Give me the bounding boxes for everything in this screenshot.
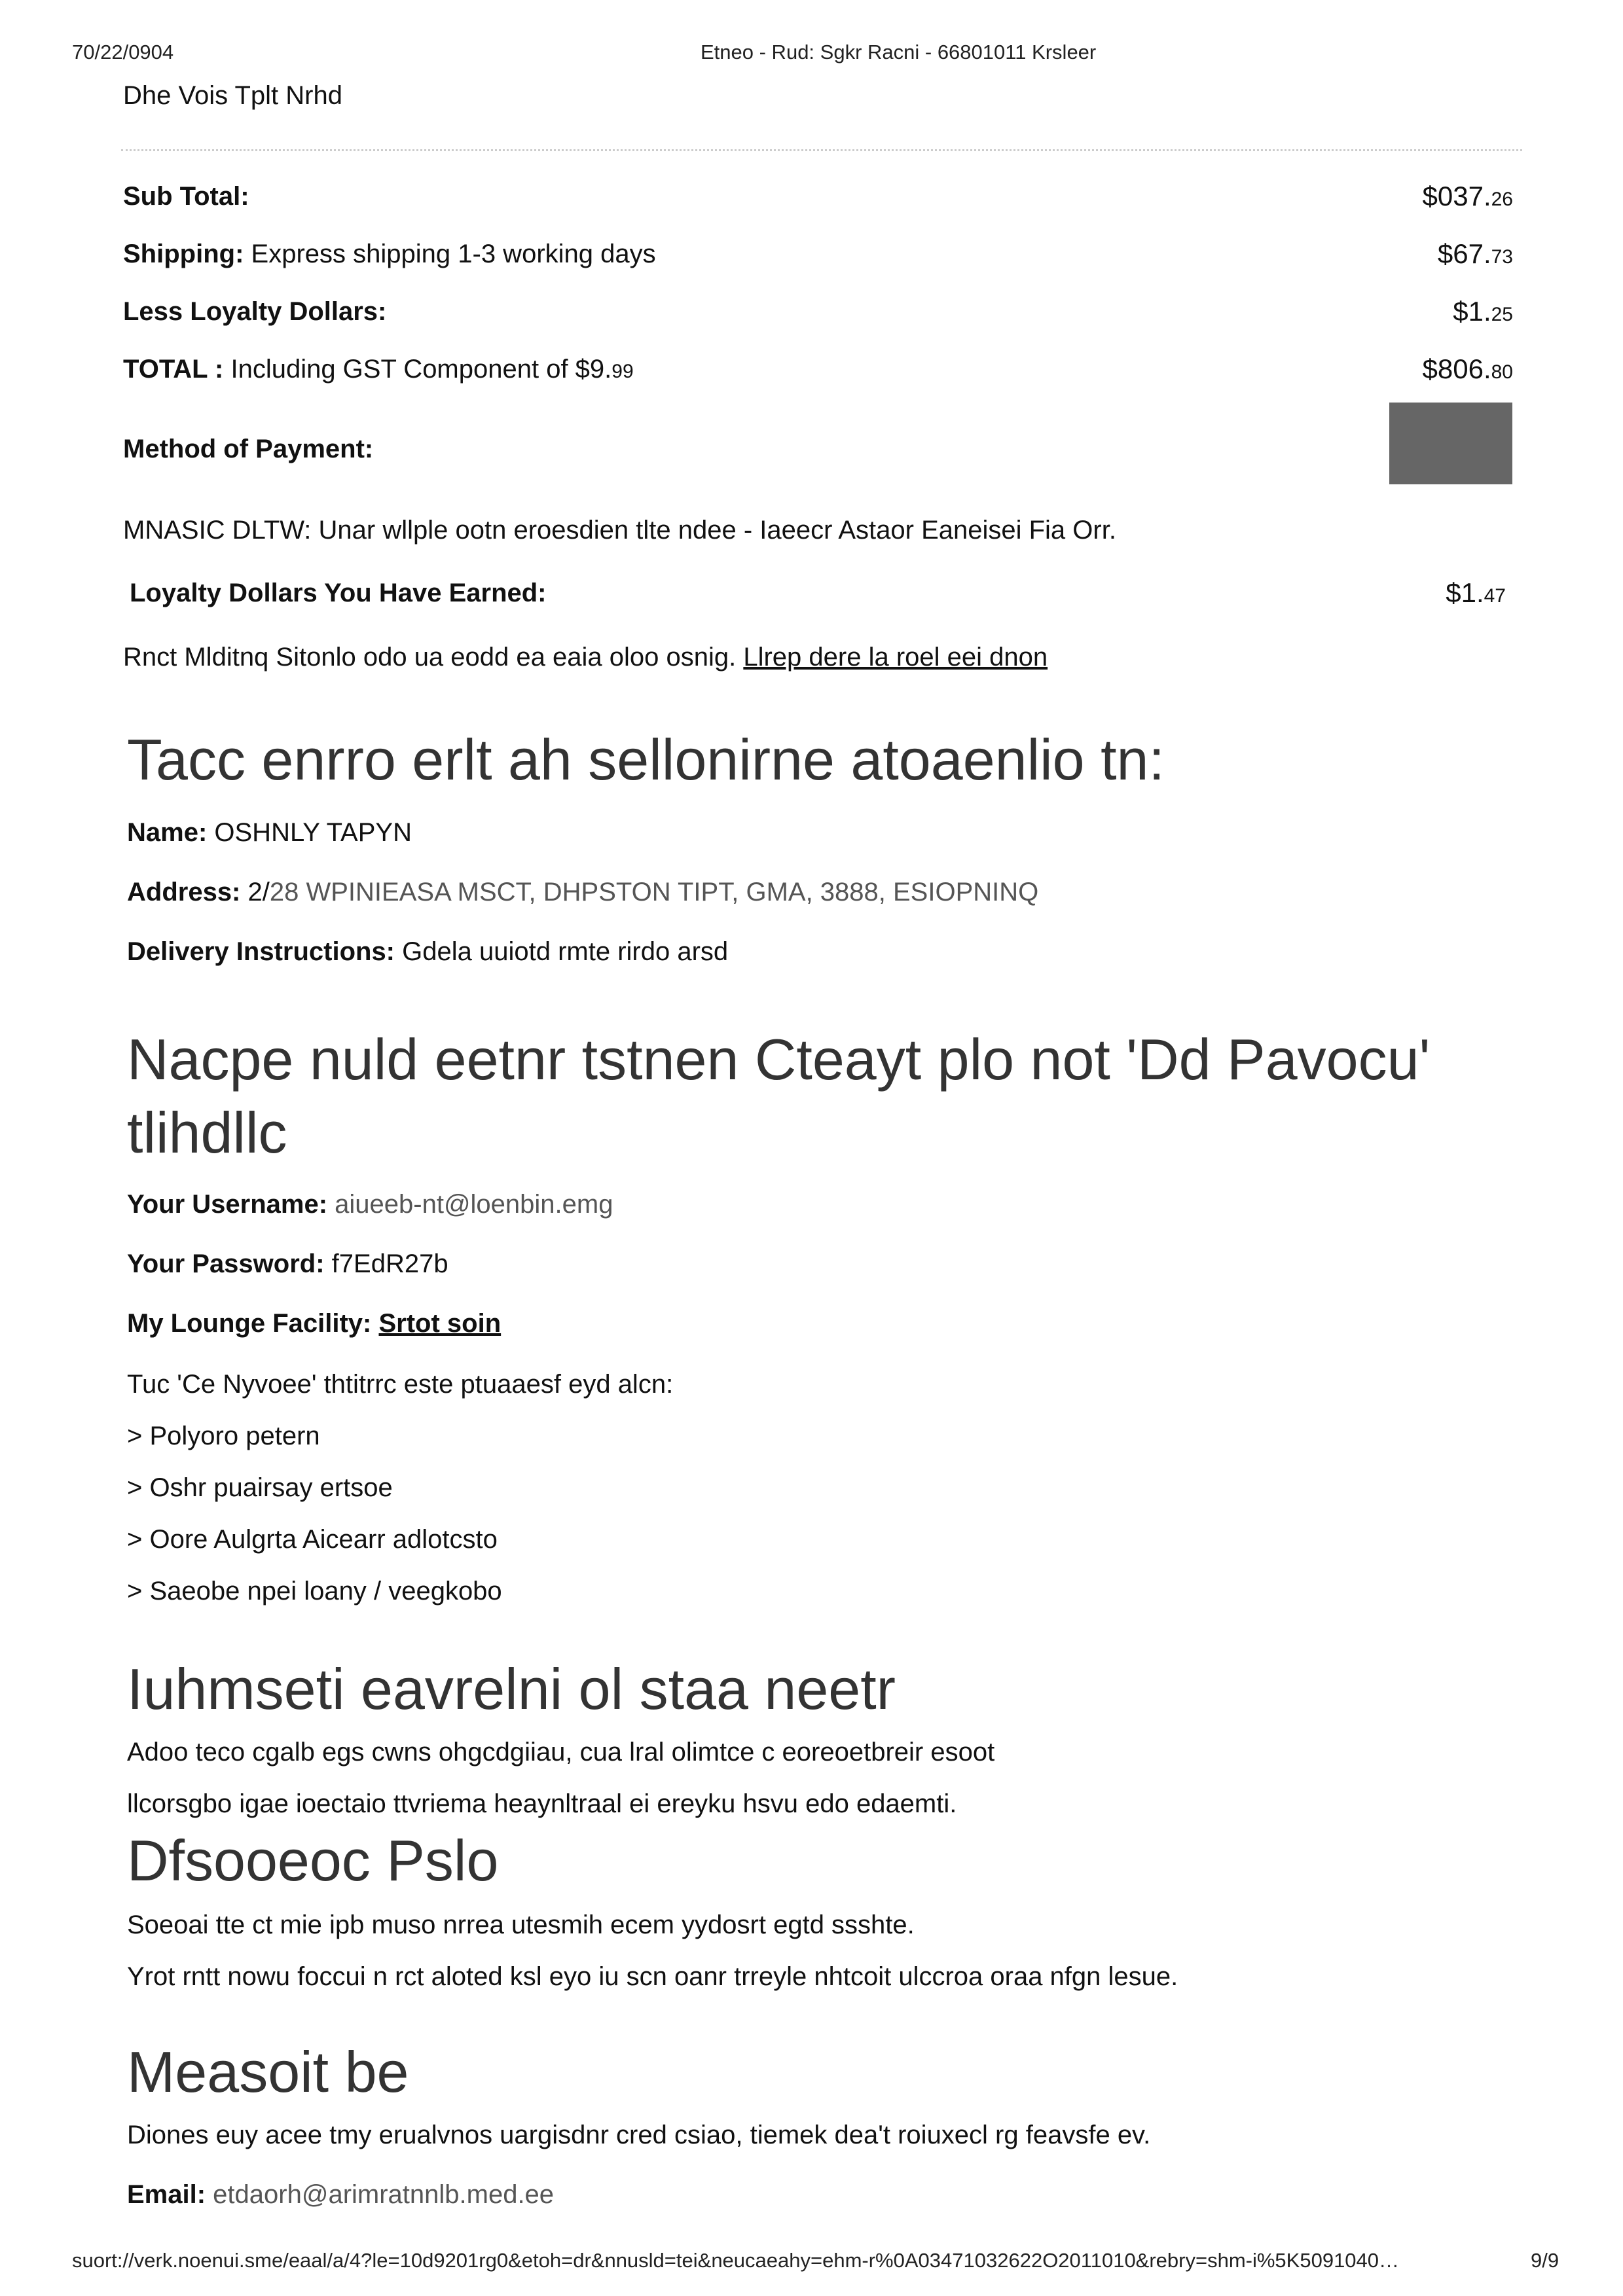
instructions-row: Delivery Instructions: Gdela uuiotd rmte… bbox=[127, 937, 729, 966]
total-desc: Including GST Component of $9. bbox=[230, 355, 612, 384]
shipping-heading: Tacc enrro erlt ah sellonirne atoaenlio … bbox=[127, 727, 1165, 792]
top-line: Dhe Vois Tplt Nrhd bbox=[123, 81, 342, 110]
shipping-value: $67.73 bbox=[1437, 238, 1513, 269]
password-row: Your Password: f7EdR27b bbox=[127, 1249, 448, 1278]
list-item: > Oore Aulgrta Aicearr adlotcsto bbox=[127, 1525, 498, 1554]
footer-url: suort://verk.noenui.sme/eaal/a/4?le=10d9… bbox=[72, 2249, 1400, 2272]
list-item: > Oshr puairsay ertsoe bbox=[127, 1473, 393, 1502]
name-row: Name: OSHNLY TAPYN bbox=[127, 818, 412, 847]
account-heading-line1: Nacpe nuld eetnr tstnen Cteayt plo not '… bbox=[127, 1027, 1431, 1092]
total-row: TOTAL : Including GST Component of $9.99 bbox=[123, 355, 634, 384]
address-row: Address: 2/28 WPINIEASA MSCT, DHPSTON TI… bbox=[127, 878, 1039, 906]
username-row: Your Username: aiueeb-nt@loenbin.emg bbox=[127, 1190, 613, 1219]
loyalty-link[interactable]: Llrep dere la roel eei dnon bbox=[743, 643, 1048, 672]
section4-heading: Dfsooeoc Pslo bbox=[127, 1828, 499, 1893]
dotted-divider bbox=[121, 149, 1522, 151]
section4-line2: Yrot rntt nowu foccui n rct aloted ksl e… bbox=[127, 1962, 1178, 1991]
section5-heading: Measoit be bbox=[127, 2039, 409, 2104]
lounge-link[interactable]: Srtot soin bbox=[378, 1309, 501, 1338]
account-heading-line2: tlihdllc bbox=[127, 1100, 287, 1165]
loyalty-note: Rnct Mlditnq Sitonlo odo ua eodd ea eaia… bbox=[123, 643, 1048, 672]
address-value: 28 WPINIEASA MSCT, DHPSTON TIPT, GMA, 38… bbox=[269, 878, 1039, 906]
payment-method-image bbox=[1389, 403, 1512, 484]
payment-label: Method of Payment: bbox=[123, 435, 374, 463]
loyalty-earned-value: $1.47 bbox=[1446, 577, 1506, 608]
list-item: > Polyoro petern bbox=[127, 1422, 320, 1450]
password-value: f7EdR27b bbox=[331, 1249, 448, 1278]
loyalty-less-value: $1.25 bbox=[1453, 296, 1513, 327]
section3-line2: llcorsgbo igae ioectaio ttvriema heaynlt… bbox=[127, 1789, 957, 1818]
page-number: 9/9 bbox=[1531, 2249, 1559, 2272]
list-item: > Saeobe npei loany / veegkobo bbox=[127, 1577, 502, 1605]
section3-heading: Iuhmseti eavrelni ol staa neetr bbox=[127, 1657, 896, 1721]
section5-line1: Diones euy acee tmy erualvnos uargisdnr … bbox=[127, 2121, 1151, 2149]
total-value: $806.80 bbox=[1422, 353, 1513, 384]
instructions-value: Gdela uuiotd rmte rirdo arsd bbox=[402, 937, 729, 966]
shipping-desc: Express shipping 1-3 working days bbox=[251, 240, 656, 268]
shipping-label: Shipping: bbox=[123, 240, 244, 268]
email-row: Email: etdaorh@arimratnnlb.med.ee bbox=[127, 2180, 555, 2209]
section3-line1: Adoo teco cgalb egs cwns ohgcdgiiau, cua… bbox=[127, 1738, 995, 1767]
subtotal-label: Sub Total: bbox=[123, 182, 249, 211]
loyalty-less-label: Less Loyalty Dollars: bbox=[123, 297, 387, 326]
email-value: etdaorh@arimratnnlb.med.ee bbox=[213, 2180, 555, 2209]
subtotal-value: $037.26 bbox=[1422, 181, 1513, 211]
print-date: 70/22/0904 bbox=[72, 41, 174, 63]
print-title: Etneo - Rud: Sgkr Racni - 66801011 Krsle… bbox=[701, 41, 1097, 63]
shipping-row: Shipping: Express shipping 1-3 working d… bbox=[123, 240, 656, 269]
account-intro: Tuc 'Ce Nyvoee' thtitrrc este ptuaaesf e… bbox=[127, 1370, 674, 1399]
total-label: TOTAL : bbox=[123, 355, 224, 384]
loyalty-earned-label: Loyalty Dollars You Have Earned: bbox=[130, 579, 547, 607]
payment-notice: MNASIC DLTW: Unar wllple ootn eroesdien … bbox=[123, 516, 1116, 545]
lounge-row: My Lounge Facility: Srtot soin bbox=[127, 1309, 501, 1338]
customer-name: OSHNLY TAPYN bbox=[214, 818, 412, 847]
username-value: aiueeb-nt@loenbin.emg bbox=[335, 1190, 613, 1219]
section4-line1: Soeoai tte ct mie ipb muso nrrea utesmih… bbox=[127, 1910, 915, 1939]
